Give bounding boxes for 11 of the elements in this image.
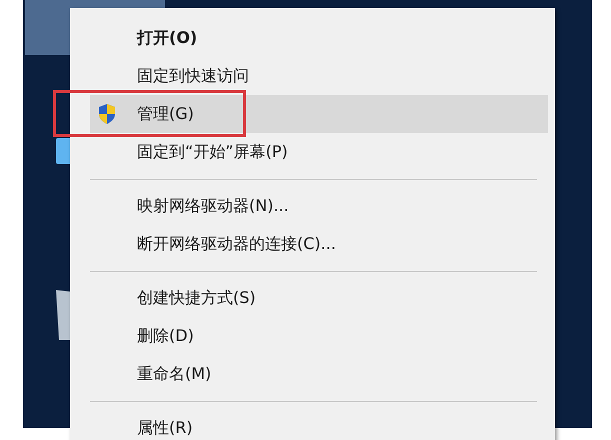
shield-icon <box>97 103 117 125</box>
menu-item[interactable]: 删除(D) <box>90 317 548 355</box>
menu-item[interactable]: 管理(G) <box>90 95 548 133</box>
menu-item[interactable]: 映射网络驱动器(N)... <box>90 187 548 225</box>
menu-item[interactable]: 打开(O) <box>90 19 548 57</box>
menu-item[interactable]: 创建快捷方式(S) <box>90 279 548 317</box>
menu-item[interactable]: 固定到快速访问 <box>90 57 548 95</box>
menu-item[interactable]: 重命名(M) <box>90 355 548 393</box>
menu-item[interactable]: 固定到“开始”屏幕(P) <box>90 133 548 171</box>
menu-item[interactable]: 断开网络驱动器的连接(C)... <box>90 225 548 263</box>
menu-item[interactable]: 属性(R) <box>90 409 548 440</box>
